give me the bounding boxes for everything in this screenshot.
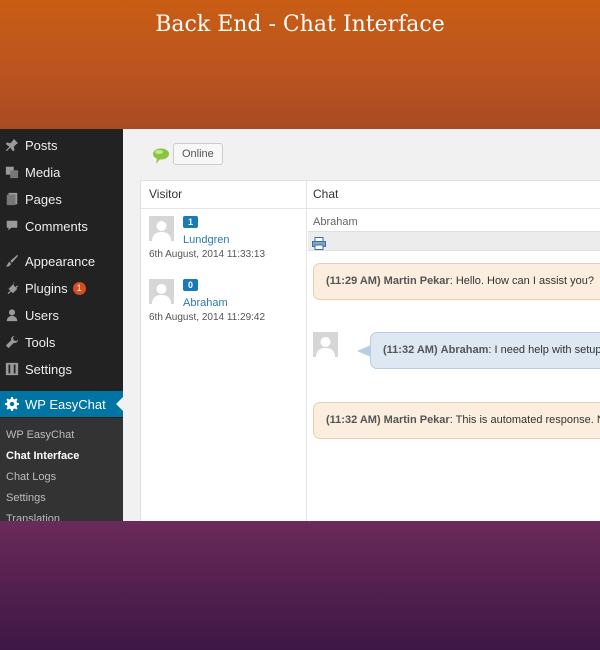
bottom-banner xyxy=(0,521,600,650)
submenu-wp-easychat[interactable]: WP EasyChat xyxy=(6,429,74,441)
banner-title: Back End - Chat Interface xyxy=(155,12,445,37)
brush-icon xyxy=(4,253,20,269)
sidebar-item-users[interactable]: Users xyxy=(0,302,123,328)
chat-message-operator: (11:29 AM) Martin Pekar: Hello. How can … xyxy=(313,263,600,300)
sidebar-item-label: Posts xyxy=(25,137,58,153)
sidebar-item-label: Pages xyxy=(25,191,62,207)
main-content: Online Visitor Chat 1 Lundgren 6th Augus… xyxy=(123,129,600,521)
submenu-settings[interactable]: Settings xyxy=(6,492,46,504)
top-banner: Back End - Chat Interface xyxy=(0,0,600,129)
chat-message-operator: (11:32 AM) Martin Pekar: This is automat… xyxy=(313,402,600,439)
sidebar-item-label: Comments xyxy=(25,218,88,234)
sidebar-item-wp-easychat[interactable]: WP EasyChat xyxy=(0,391,123,417)
media-icon xyxy=(4,164,20,180)
sidebar-item-comments[interactable]: Comments xyxy=(0,213,123,239)
sidebar-item-label: Appearance xyxy=(25,253,96,269)
pin-icon xyxy=(4,137,20,153)
unread-count-badge: 1 xyxy=(183,216,199,228)
message-text: : I need help with setup xyxy=(488,344,600,356)
submenu-translation[interactable]: Translation xyxy=(6,513,60,521)
chat-toolbar xyxy=(308,231,600,251)
message-time: (11:29 AM) xyxy=(326,275,381,287)
visitor-name-link[interactable]: Abraham xyxy=(183,297,228,309)
column-divider xyxy=(306,181,307,521)
settings-icon xyxy=(4,361,20,377)
message-time: (11:32 AM) xyxy=(383,344,438,356)
message-text: : This is automated response. No live xyxy=(449,414,600,426)
avatar xyxy=(149,216,174,241)
submenu-chat-interface[interactable]: Chat Interface xyxy=(6,450,79,462)
avatar xyxy=(149,279,174,304)
plugins-update-badge: 1 xyxy=(72,281,86,295)
visitor-timestamp: 6th August, 2014 11:33:13 xyxy=(149,249,266,260)
print-icon[interactable] xyxy=(312,235,326,250)
sidebar-item-media[interactable]: Media xyxy=(0,159,123,185)
easychat-submenu: WP EasyChat Chat Interface Chat Logs Set… xyxy=(0,418,123,521)
message-author: Abraham xyxy=(440,344,489,356)
sidebar-item-label: Tools xyxy=(25,334,56,350)
chat-bubble-icon xyxy=(151,147,171,165)
message-author: Martin Pekar xyxy=(383,275,450,287)
sidebar-item-plugins[interactable]: Plugins 1 xyxy=(0,275,123,301)
unread-count-badge: 0 xyxy=(183,279,199,291)
sidebar-item-appearance[interactable]: Appearance xyxy=(0,248,123,274)
pages-icon xyxy=(4,191,20,207)
sidebar-item-label: Plugins xyxy=(25,280,68,296)
chat-message-visitor: (11:32 AM) Abraham: I need help with set… xyxy=(370,332,600,369)
sidebar-item-tools[interactable]: Tools xyxy=(0,329,123,355)
sidebar-item-label: Settings xyxy=(25,361,72,377)
comment-icon xyxy=(4,218,20,234)
gear-icon xyxy=(4,396,20,412)
visitor-item[interactable]: 1 Lundgren 6th August, 2014 11:33:13 xyxy=(149,216,299,276)
visitor-item[interactable]: 0 Abraham 6th August, 2014 11:29:42 xyxy=(149,279,299,339)
header-divider xyxy=(141,208,600,209)
plug-icon xyxy=(4,280,20,296)
sidebar-item-pages[interactable]: Pages xyxy=(0,186,123,212)
online-status-button[interactable]: Online xyxy=(173,143,223,165)
user-icon xyxy=(4,307,20,323)
chat-visitor-name: Abraham xyxy=(313,216,358,228)
message-time: (11:32 AM) xyxy=(326,414,381,426)
chat-column-header: Chat xyxy=(313,187,339,201)
visitor-name-link[interactable]: Lundgren xyxy=(183,234,230,246)
avatar xyxy=(313,332,338,357)
bubble-tail xyxy=(357,345,371,357)
active-menu-arrow xyxy=(116,397,123,411)
admin-sidebar: Posts Media Pages Comments Appearance Pl… xyxy=(0,129,123,521)
sidebar-item-posts[interactable]: Posts xyxy=(0,132,123,158)
visitor-column-header: Visitor xyxy=(149,187,183,201)
screenshot-area: Posts Media Pages Comments Appearance Pl… xyxy=(0,129,600,521)
submenu-chat-logs[interactable]: Chat Logs xyxy=(6,471,56,483)
wrench-icon xyxy=(4,334,20,350)
sidebar-item-settings[interactable]: Settings xyxy=(0,356,123,382)
chat-panel: Visitor Chat 1 Lundgren 6th August, 2014… xyxy=(140,180,600,521)
sidebar-item-label: Media xyxy=(25,164,61,180)
sidebar-item-label: Users xyxy=(25,307,59,323)
message-text: : Hello. How can I assist you? xyxy=(449,275,594,287)
sidebar-item-label: WP EasyChat xyxy=(25,396,106,412)
visitor-timestamp: 6th August, 2014 11:29:42 xyxy=(149,312,266,323)
message-author: Martin Pekar xyxy=(383,414,450,426)
